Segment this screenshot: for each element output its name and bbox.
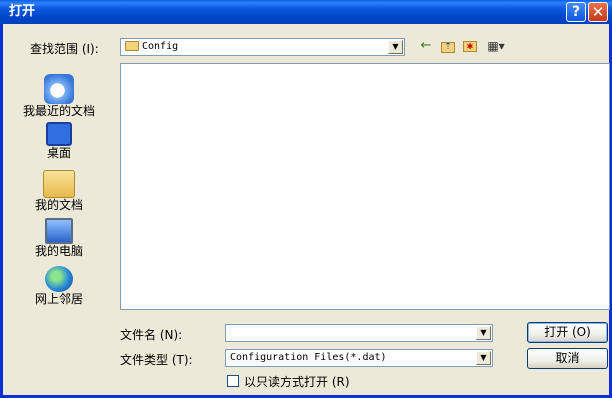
look-in-combo[interactable]: Config ▼ [120, 38, 405, 56]
desktop-icon [46, 122, 72, 146]
folder-icon [125, 41, 139, 51]
filename-label: 文件名 (N): [120, 328, 183, 342]
title-bar[interactable]: 打开 ? ✕ [0, 0, 612, 24]
place-label: 我的电脑 [34, 244, 83, 258]
filetype-select[interactable]: Configuration Files(*.dat) ▼ [225, 349, 493, 367]
place-label: 我最近的文档 [22, 104, 95, 118]
network-places-icon [45, 266, 73, 292]
open-dialog: 打开 ? ✕ 查找范围 (I): Config ▼ ← ⇡ ✱ ▦▾ 我最近的文… [0, 0, 612, 398]
my-documents-icon [43, 170, 75, 198]
views-menu-icon[interactable]: ▦▾ [483, 38, 509, 54]
place-recent-documents[interactable]: 我最近的文档 [4, 74, 114, 118]
place-my-computer[interactable]: 我的电脑 [4, 218, 114, 258]
filetype-value: Configuration Files(*.dat) [230, 352, 387, 363]
close-button[interactable]: ✕ [588, 2, 608, 22]
look-in-value: Config [142, 41, 179, 52]
chevron-down-icon[interactable]: ▼ [476, 351, 491, 365]
place-desktop[interactable]: 桌面 [4, 122, 114, 160]
new-folder-icon[interactable]: ✱ [461, 38, 479, 54]
file-list[interactable] [120, 63, 610, 310]
place-my-documents[interactable]: 我的文档 [4, 170, 114, 212]
place-label: 我的文档 [34, 198, 83, 212]
chevron-down-icon[interactable]: ▼ [476, 326, 491, 340]
my-computer-icon [45, 218, 73, 244]
open-button[interactable]: 打开 (O) [527, 322, 608, 343]
back-icon[interactable]: ← [417, 38, 435, 54]
readonly-checkbox[interactable] [227, 375, 239, 387]
cancel-button[interactable]: 取消 [527, 348, 608, 369]
filetype-label: 文件类型 (T): [120, 353, 193, 367]
up-folder-icon[interactable]: ⇡ [439, 38, 457, 54]
recent-documents-icon [44, 74, 74, 104]
dialog-title: 打开 [9, 4, 36, 19]
place-label: 网上邻居 [34, 292, 83, 306]
place-network[interactable]: 网上邻居 [4, 266, 114, 306]
chevron-down-icon[interactable]: ▼ [388, 40, 403, 54]
place-label: 桌面 [46, 146, 71, 160]
filename-input[interactable]: ▼ [225, 324, 493, 342]
help-button[interactable]: ? [566, 2, 586, 22]
look-in-label: 查找范围 (I): [30, 42, 99, 56]
places-bar: 我最近的文档 桌面 我的文档 我的电脑 网上邻居 [4, 62, 114, 306]
readonly-label[interactable]: 以只读方式打开 (R) [244, 373, 350, 390]
